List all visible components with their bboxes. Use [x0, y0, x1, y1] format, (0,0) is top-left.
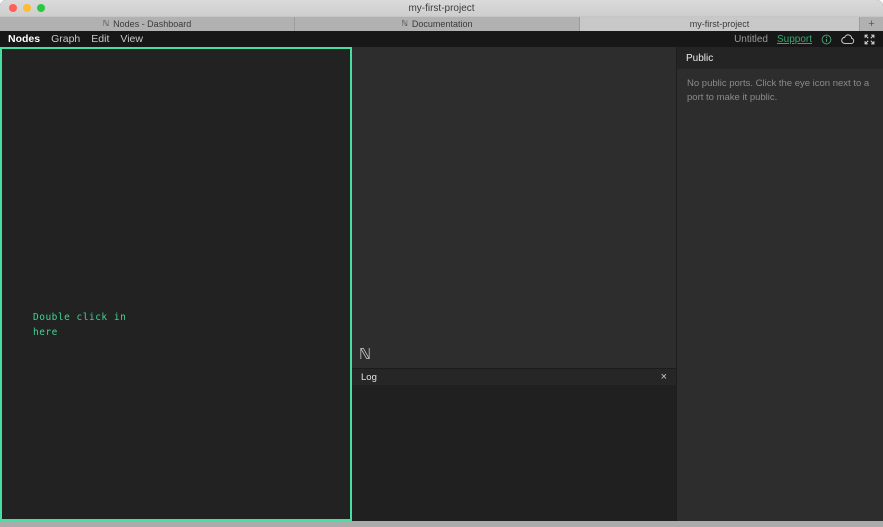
tab-label: Nodes - Dashboard: [113, 19, 192, 29]
tab-nodes-dashboard[interactable]: ℕ Nodes - Dashboard: [0, 17, 295, 31]
tab-documentation[interactable]: ℕ Documentation: [295, 17, 580, 31]
new-tab-button[interactable]: +: [860, 17, 883, 31]
traffic-lights: [9, 4, 45, 12]
nodes-favicon-icon: ℕ: [102, 19, 110, 28]
window-title: my-first-project: [408, 2, 475, 14]
document-name-label: Untitled: [734, 33, 768, 45]
menu-items: Nodes Graph Edit View: [8, 33, 143, 45]
tab-label: Documentation: [411, 19, 473, 29]
public-panel-title: Public: [686, 52, 714, 64]
menu-graph[interactable]: Graph: [51, 33, 80, 45]
middle-column: ℕ Log ×: [352, 47, 676, 521]
public-empty-message: No public ports. Click the eye icon next…: [687, 78, 870, 103]
bottom-strip: [0, 521, 883, 527]
node-graph-canvas[interactable]: Double click in here: [0, 47, 352, 521]
canvas-hint-text: Double click in here: [33, 312, 127, 338]
macos-titlebar: my-first-project: [0, 0, 883, 16]
close-window-button[interactable]: [9, 4, 17, 12]
zoom-window-button[interactable]: [37, 4, 45, 12]
browser-tab-bar: ℕ Nodes - Dashboard ℕ Documentation my-f…: [0, 16, 883, 31]
support-link[interactable]: Support: [777, 34, 812, 45]
log-close-button[interactable]: ×: [660, 370, 667, 383]
info-icon[interactable]: [821, 34, 832, 45]
main-content: Double click in here ℕ Log × Public No p…: [0, 47, 883, 521]
log-panel-body: [352, 385, 676, 521]
nodes-logo: ℕ: [359, 345, 372, 363]
menu-view[interactable]: View: [120, 33, 143, 45]
plus-icon: +: [868, 18, 875, 30]
fullscreen-icon[interactable]: [864, 34, 875, 45]
menu-nodes[interactable]: Nodes: [8, 33, 40, 45]
app-window: my-first-project ℕ Nodes - Dashboard ℕ D…: [0, 0, 883, 527]
app-menu-bar: Nodes Graph Edit View Untitled Support: [0, 31, 883, 47]
log-panel-header: Log ×: [352, 368, 676, 385]
public-ports-panel: Public No public ports. Click the eye ic…: [676, 47, 883, 521]
close-icon: ×: [660, 370, 667, 383]
minimize-window-button[interactable]: [23, 4, 31, 12]
public-panel-header: Public: [677, 47, 883, 69]
menu-bar-right: Untitled Support: [734, 34, 875, 45]
render-viewport[interactable]: ℕ: [352, 47, 676, 368]
cloud-icon[interactable]: [841, 33, 855, 45]
nodes-favicon-icon: ℕ: [401, 19, 408, 28]
menu-edit[interactable]: Edit: [91, 33, 109, 45]
tab-my-first-project-active[interactable]: my-first-project: [580, 17, 860, 31]
log-panel-title: Log: [361, 371, 377, 383]
tab-label: my-first-project: [689, 19, 750, 29]
